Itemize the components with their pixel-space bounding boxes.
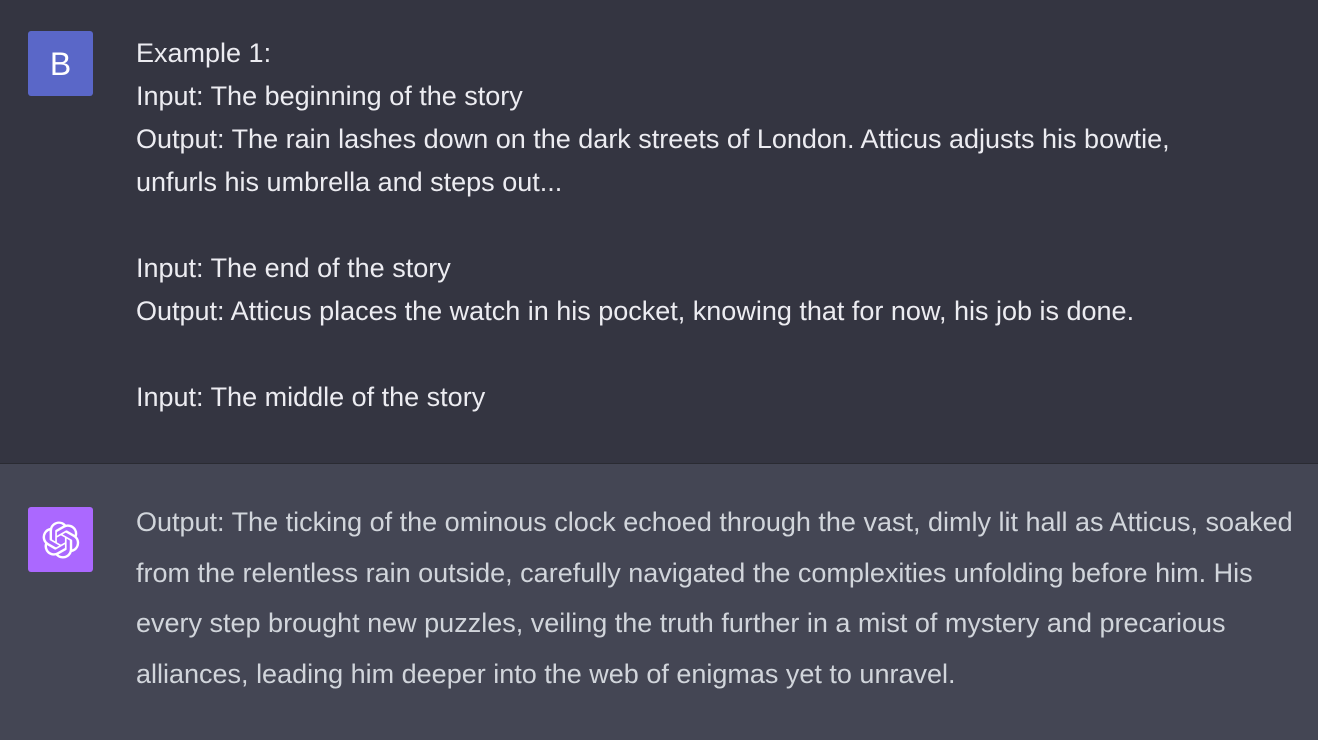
user-message-line bbox=[136, 204, 1296, 247]
user-message-text: Example 1: Input: The beginning of the s… bbox=[136, 32, 1296, 419]
user-message-line: Output: The rain lashes down on the dark… bbox=[136, 124, 1170, 154]
user-message-line: Input: The middle of the story bbox=[136, 382, 486, 412]
user-message-line: Input: The end of the story bbox=[136, 253, 451, 283]
user-message-line: Example 1: bbox=[136, 38, 272, 68]
user-message: B Example 1: Input: The beginning of the… bbox=[0, 0, 1318, 464]
openai-logo-icon bbox=[42, 520, 80, 559]
user-avatar-letter: B bbox=[49, 45, 72, 82]
chat-transcript: B Example 1: Input: The beginning of the… bbox=[0, 0, 1318, 740]
assistant-message-body: Output: The ticking of the ominous clock… bbox=[136, 497, 1306, 699]
assistant-avatar bbox=[28, 507, 93, 572]
assistant-message: Output: The ticking of the ominous clock… bbox=[0, 464, 1318, 740]
user-avatar: B bbox=[28, 31, 93, 96]
user-message-line: unfurls his umbrella and steps out... bbox=[136, 167, 563, 197]
user-message-line bbox=[136, 333, 1296, 376]
user-message-line: Input: The beginning of the story bbox=[136, 81, 523, 111]
user-message-line: Output: Atticus places the watch in his … bbox=[136, 296, 1135, 326]
assistant-message-text: Output: The ticking of the ominous clock… bbox=[136, 507, 1293, 689]
